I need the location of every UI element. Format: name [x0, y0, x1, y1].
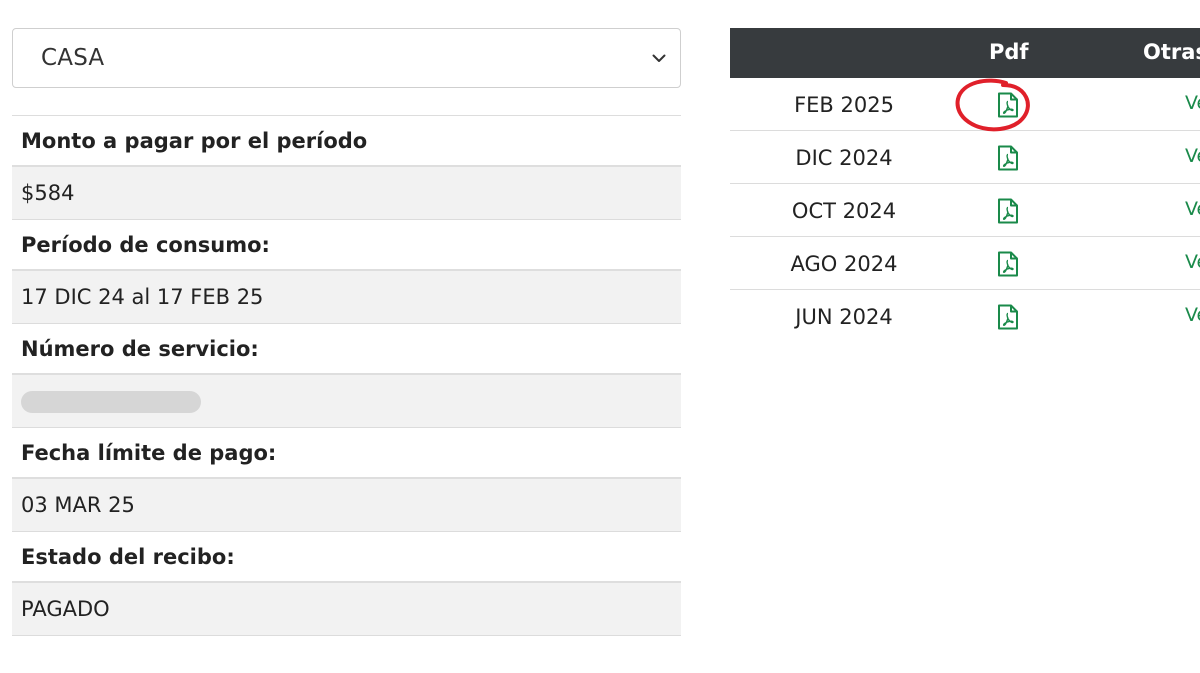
table-row: OCT 2024 Ver [730, 184, 1200, 237]
table-row: DIC 2024 Ver [730, 131, 1200, 184]
row-period: DIC 2024 [795, 145, 893, 170]
receipt-status-value: PAGADO [12, 583, 681, 636]
row-period: FEB 2025 [794, 92, 894, 117]
receipt-details-panel: CASA Monto a pagar por el período $584 P… [12, 28, 681, 636]
row-period: AGO 2024 [790, 251, 898, 276]
row-view-link[interactable]: Ver [1185, 251, 1200, 273]
service-select-value: CASA [41, 45, 105, 71]
amount-label: Monto a pagar por el período [12, 116, 681, 167]
details-table: Monto a pagar por el período $584 Períod… [12, 115, 681, 636]
due-date-value: 03 MAR 25 [12, 479, 681, 532]
page: CASA Monto a pagar por el período $584 P… [0, 0, 1200, 673]
table-header: Pdf Otras [730, 28, 1200, 78]
amount-value: $584 [12, 167, 681, 220]
file-pdf-icon[interactable] [997, 92, 1019, 118]
row-view-link[interactable]: Ver [1185, 92, 1200, 114]
file-pdf-icon[interactable] [997, 304, 1019, 330]
file-pdf-icon[interactable] [997, 145, 1019, 171]
consumption-period-label: Período de consumo: [12, 220, 681, 271]
chevron-down-icon [650, 49, 668, 67]
due-date-label: Fecha límite de pago: [12, 428, 681, 479]
table-row: AGO 2024 Ver [730, 237, 1200, 290]
service-number-value [12, 375, 681, 428]
receipts-table: Pdf Otras FEB 2025 Ver DIC 2024 Ver OCT … [730, 28, 1200, 343]
service-select[interactable]: CASA [12, 28, 681, 88]
service-number-label: Número de servicio: [12, 324, 681, 375]
consumption-period-value: 17 DIC 24 al 17 FEB 25 [12, 271, 681, 324]
row-view-link[interactable]: Ver [1185, 145, 1200, 167]
redacted-service-number [21, 391, 201, 413]
row-period: OCT 2024 [791, 198, 897, 223]
row-view-link[interactable]: Ver [1185, 198, 1200, 220]
table-row: FEB 2025 Ver [730, 78, 1200, 131]
table-row: JUN 2024 Ver [730, 290, 1200, 343]
receipt-status-label: Estado del recibo: [12, 532, 681, 583]
row-period: JUN 2024 [795, 304, 893, 329]
header-otras: Otras [1143, 40, 1200, 64]
file-pdf-icon[interactable] [997, 198, 1019, 224]
header-pdf: Pdf [989, 40, 1029, 64]
file-pdf-icon[interactable] [997, 251, 1019, 277]
row-view-link[interactable]: Ver [1185, 304, 1200, 326]
